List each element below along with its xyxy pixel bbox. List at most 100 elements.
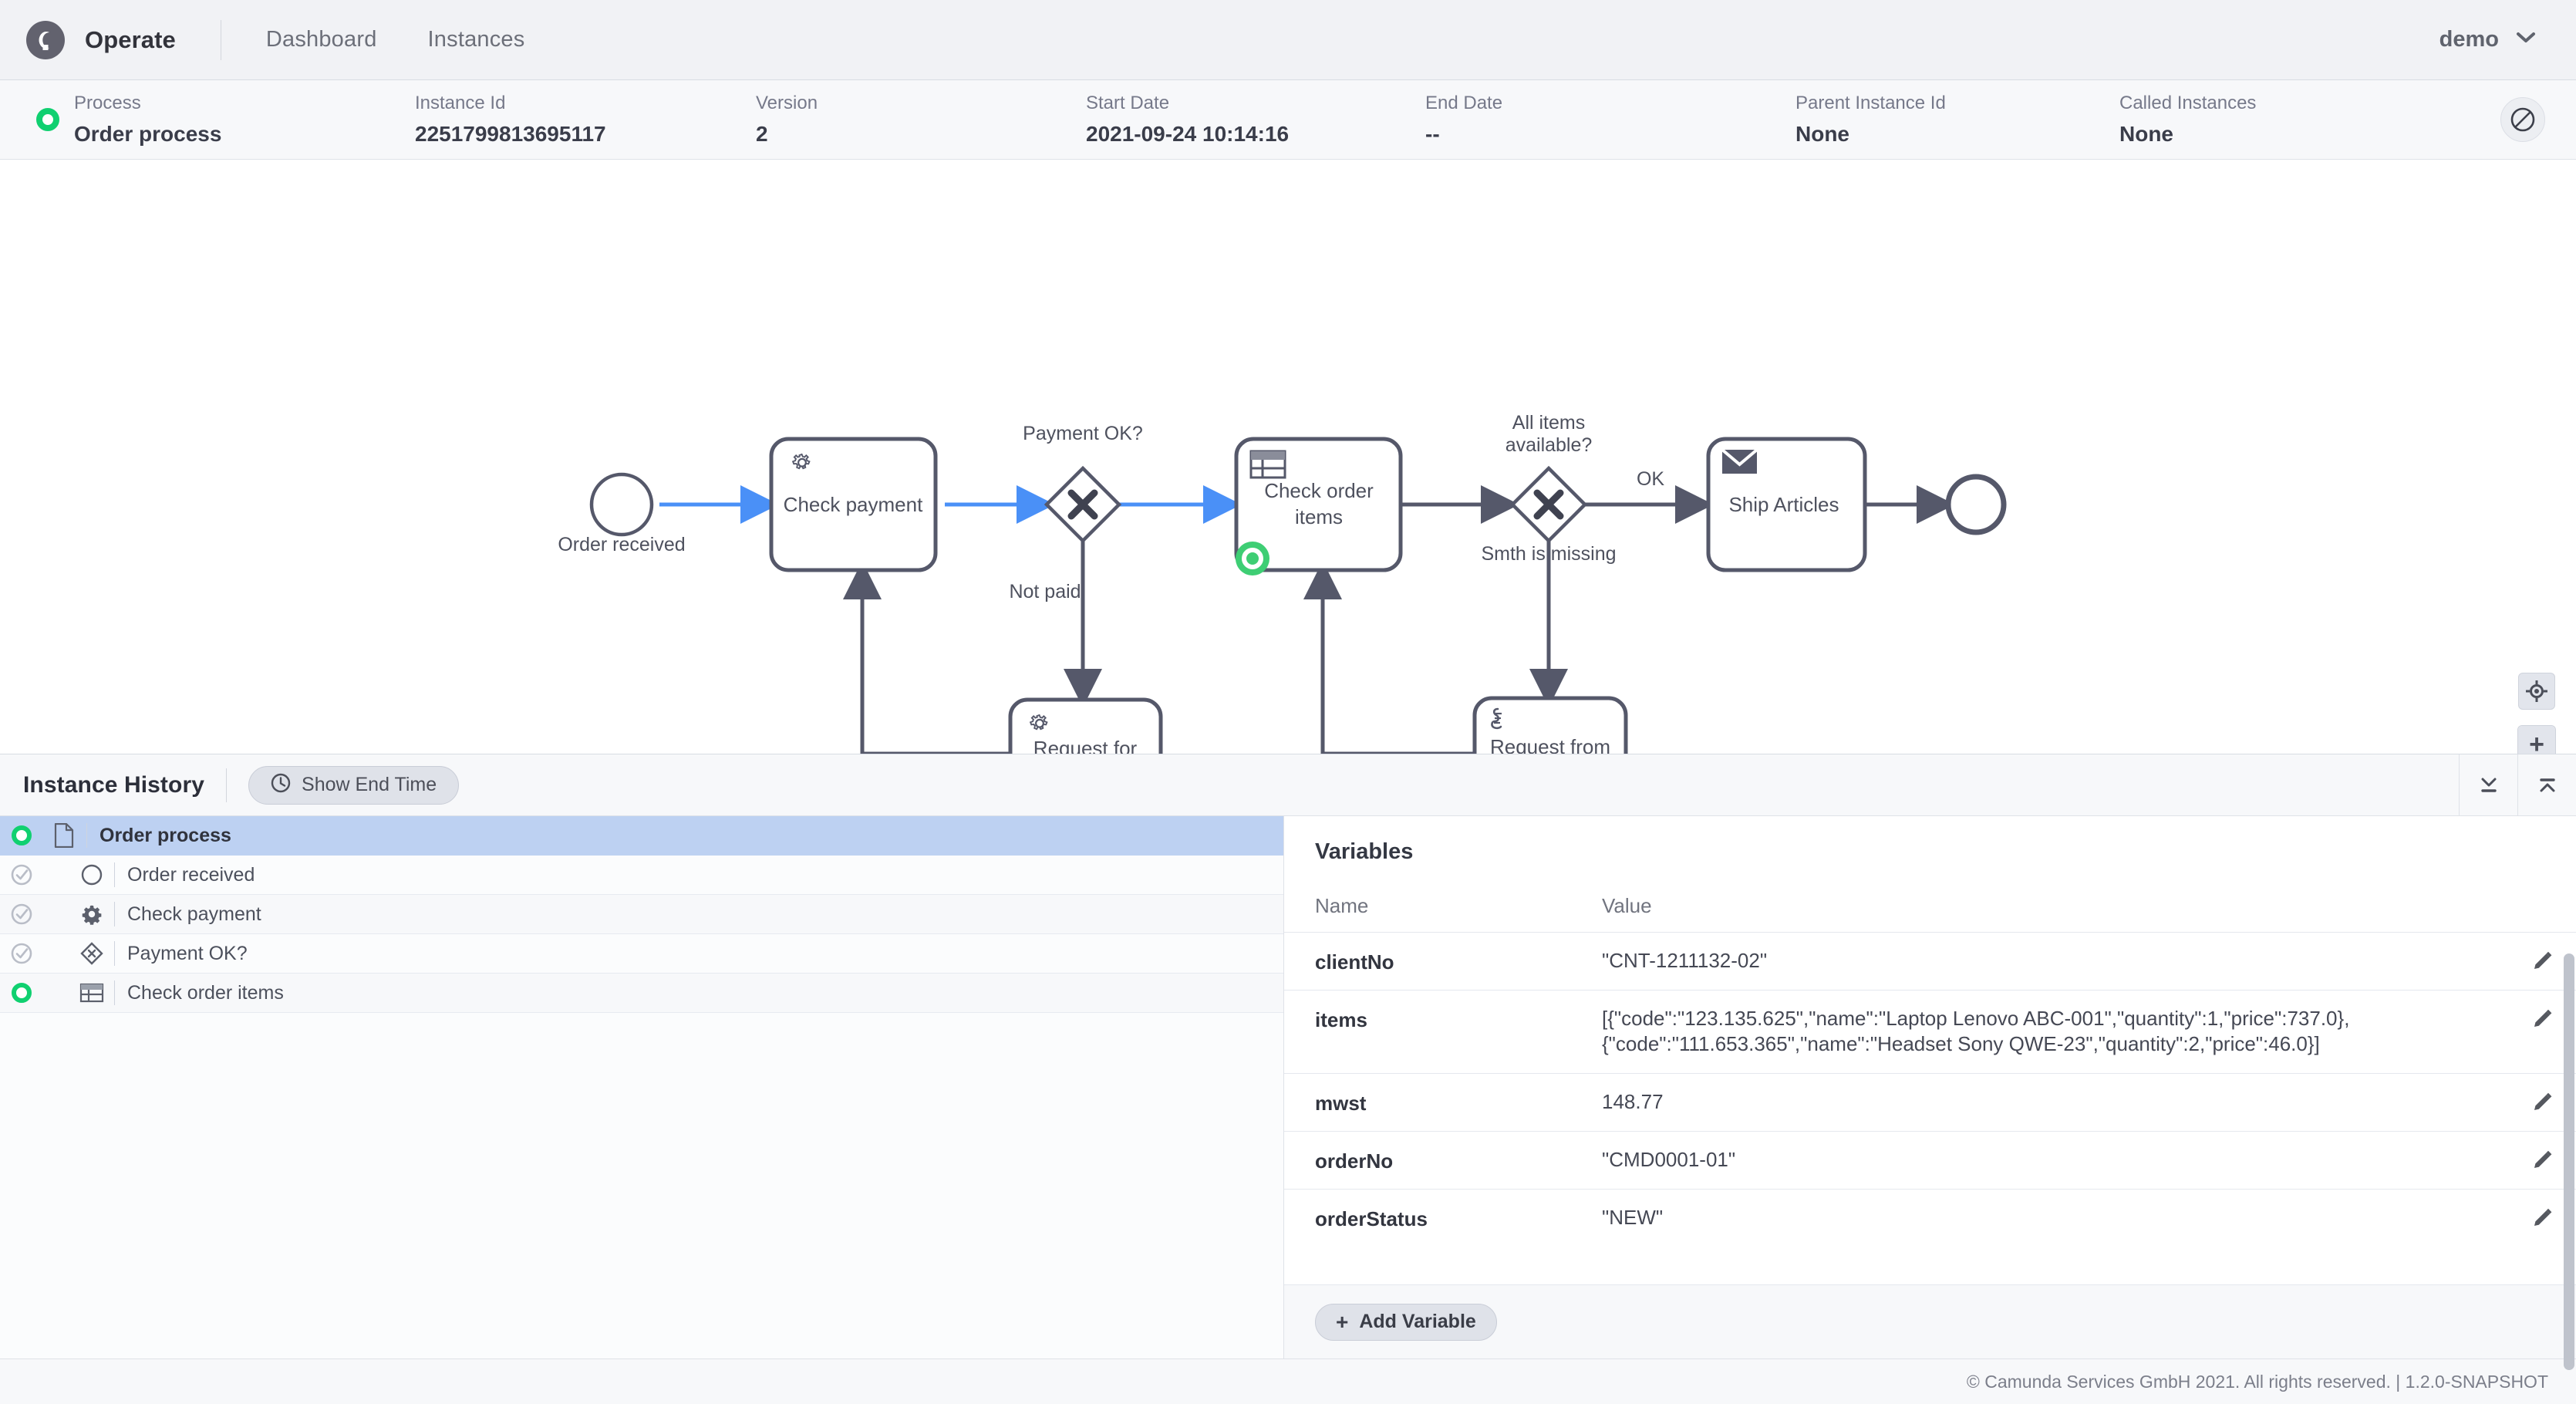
add-variable-label: Add Variable <box>1359 1311 1476 1332</box>
bpmn-end-event <box>1945 474 2007 535</box>
meta-process: Process Order process <box>74 91 415 148</box>
variable-name: mwst <box>1315 1091 1367 1115</box>
instance-header: Process Order process Instance Id 225179… <box>0 80 2576 160</box>
variable-value: 148.77 <box>1602 1089 1664 1113</box>
column-header-name: Name <box>1315 894 1369 917</box>
add-variable-button[interactable]: + Add Variable <box>1315 1303 1497 1341</box>
variable-value: "NEW" <box>1602 1205 1664 1229</box>
bpmn-task-check-order-items: Check order items <box>1234 437 1403 575</box>
variable-row[interactable]: clientNo "CNT-1211132-02" <box>1284 932 2576 990</box>
reset-zoom-icon[interactable] <box>2518 673 2555 710</box>
nav-instances[interactable]: Instances <box>428 27 525 52</box>
variables-table-header: Name Value <box>1284 865 2576 932</box>
variable-value: [{"code":"123.135.625","name":"Laptop Le… <box>1602 1007 2350 1056</box>
tree-icon-divider <box>114 862 115 887</box>
bpmn-start-event: Order received <box>558 472 686 555</box>
process-document-icon <box>43 823 85 848</box>
svg-text:Not paid: Not paid <box>1009 581 1081 602</box>
meta-parent-value: None <box>1795 121 1849 146</box>
tree-row-label: Order received <box>127 863 255 886</box>
plus-icon: + <box>1336 1309 1349 1334</box>
tree-row-label: Order process <box>99 824 231 846</box>
meta-end-date-label: End Date <box>1425 93 1503 114</box>
plus-icon: + <box>2529 730 2544 754</box>
active-instance-icon <box>25 108 71 131</box>
tree-row-check-order-items[interactable]: Check order items <box>0 974 1283 1013</box>
chevron-down-icon <box>2516 32 2536 48</box>
svg-text:Request from: Request from <box>1490 735 1610 754</box>
tree-row-order-process[interactable]: Order process <box>0 816 1283 856</box>
row-state-active-icon <box>0 825 43 845</box>
row-state-active-icon <box>0 983 43 1003</box>
meta-end-date: End Date -- <box>1425 91 1795 148</box>
svg-text:available?: available? <box>1505 434 1593 456</box>
bpmn-task-request-from-warehouse: Request from warehouse <box>1472 696 1628 754</box>
svg-text:items: items <box>1295 505 1343 528</box>
meta-called-label: Called Instances <box>2119 93 2257 114</box>
brand[interactable]: Operate <box>26 20 176 59</box>
row-state-completed-icon <box>0 942 43 965</box>
app-footer: © Camunda Services GmbH 2021. All rights… <box>0 1359 2576 1404</box>
tree-row-label: Check payment <box>127 903 261 925</box>
meta-start-date-label: Start Date <box>1086 93 1170 114</box>
variable-name: clientNo <box>1315 950 1394 974</box>
bpmn-task-request-for-payment: Request for payment <box>1008 697 1163 754</box>
meta-end-date-value: -- <box>1425 121 1440 146</box>
history-bar-divider <box>226 768 228 802</box>
svg-text:All items: All items <box>1512 412 1585 434</box>
expand-panel-up-icon[interactable] <box>2517 754 2576 815</box>
meta-called-instances: Called Instances None <box>2119 91 2428 148</box>
bpmn-diagram[interactable]: Order received Check payment Payment OK? <box>0 160 2576 754</box>
variables-title: Variables <box>1315 839 1414 864</box>
svg-text:Request for: Request for <box>1033 737 1138 754</box>
tree-row-label: Check order items <box>127 981 284 1004</box>
tree-row-check-payment[interactable]: Check payment <box>0 895 1283 934</box>
collapse-panel-down-icon[interactable] <box>2459 754 2517 815</box>
start-event-icon <box>71 863 113 886</box>
variable-row[interactable]: items [{"code":"123.135.625","name":"Lap… <box>1284 990 2576 1073</box>
bpmn-task-ship-articles: Ship Articles <box>1706 437 1867 572</box>
meta-version: Version 2 <box>756 91 1086 148</box>
variable-name: orderStatus <box>1315 1207 1428 1230</box>
meta-instance-id-label: Instance Id <box>415 93 506 114</box>
app-name: Operate <box>85 25 176 53</box>
variables-scrollbar[interactable] <box>2564 953 2574 1370</box>
tree-row-order-received[interactable]: Order received <box>0 856 1283 895</box>
variable-value: "CMD0001-01" <box>1602 1147 1736 1171</box>
panel-title: Instance History <box>23 771 205 798</box>
clock-icon <box>271 773 291 797</box>
meta-version-label: Version <box>756 93 818 114</box>
cancel-operation-icon[interactable] <box>2500 97 2545 142</box>
history-variables-split: Order process Order received Check payme… <box>0 816 2576 1370</box>
bpmn-task-check-payment: Check payment <box>769 437 938 572</box>
zoom-stack: + − <box>2517 725 2556 754</box>
variable-name: orderNo <box>1315 1149 1394 1173</box>
svg-text:Check payment: Check payment <box>784 493 923 516</box>
svg-text:Order received: Order received <box>558 534 685 555</box>
svg-text:Payment OK?: Payment OK? <box>1023 423 1143 444</box>
svg-text:Smth is missing: Smth is missing <box>1481 543 1616 565</box>
meta-parent-instance-id: Parent Instance Id None <box>1795 91 2119 148</box>
tree-row-payment-ok[interactable]: Payment OK? <box>0 934 1283 974</box>
copyright-text: © Camunda Services GmbH 2021. All rights… <box>1966 1371 2548 1392</box>
zoom-in-button[interactable]: + <box>2518 726 2555 754</box>
variable-name: items <box>1315 1008 1367 1031</box>
variables-panel: Variables Name Value clientNo "CNT-12111… <box>1284 816 2576 1370</box>
diagram-zoom-controls: + − <box>2517 673 2556 754</box>
variable-row[interactable]: orderNo "CMD0001-01" <box>1284 1130 2576 1189</box>
svg-text:Ship Articles: Ship Articles <box>1728 493 1839 516</box>
meta-process-label: Process <box>74 93 141 114</box>
main-nav: Dashboard Instances <box>266 27 525 52</box>
nav-dashboard[interactable]: Dashboard <box>266 27 377 52</box>
bpmn-gateway-payment-ok: Payment OK? Not paid <box>1009 423 1142 602</box>
variable-row[interactable]: mwst 148.77 <box>1284 1072 2576 1131</box>
user-menu[interactable]: demo <box>2439 27 2542 52</box>
show-end-time-button[interactable]: Show End Time <box>248 765 460 805</box>
tree-icon-divider <box>114 902 115 926</box>
camunda-logo-icon <box>26 20 65 59</box>
variable-row[interactable]: orderStatus "NEW" <box>1284 1188 2576 1247</box>
app-header: Operate Dashboard Instances demo <box>0 0 2576 80</box>
operate-app: Operate Dashboard Instances demo Process… <box>0 0 2576 1404</box>
meta-called-value: None <box>2119 121 2173 146</box>
row-state-completed-icon <box>0 863 43 886</box>
